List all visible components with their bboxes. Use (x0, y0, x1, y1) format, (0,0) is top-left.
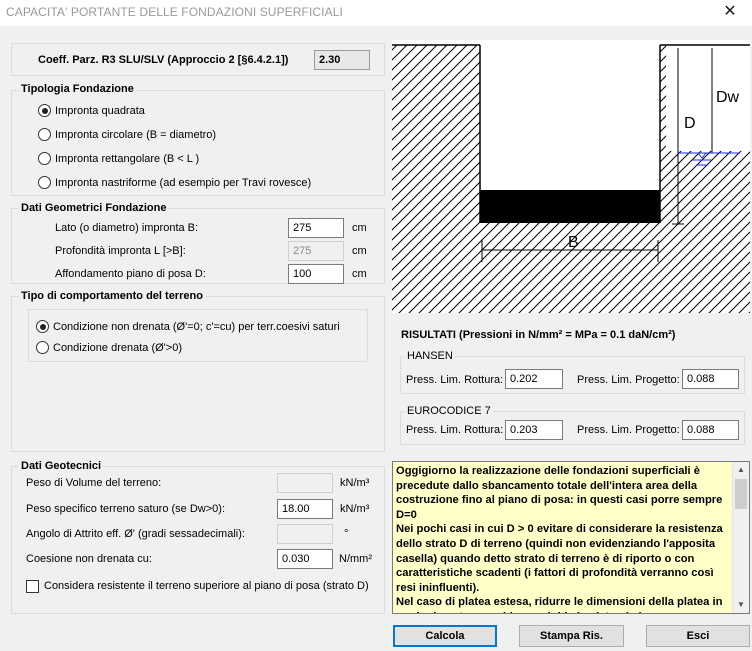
hansen-progetto-field: 0.088 (682, 369, 739, 389)
scroll-down-icon[interactable]: ▼ (733, 597, 749, 613)
affondamento-label: Affondamento piano di posa D: (55, 268, 206, 280)
eurocodice-progetto-field: 0.088 (682, 420, 739, 440)
radio-impronta-circolare[interactable] (38, 128, 51, 141)
window-title: CAPACITA' PORTANTE DELLE FONDAZIONI SUPE… (6, 5, 343, 19)
peso-saturo-input[interactable]: 18.00 (277, 499, 333, 519)
geotecnici-title: Dati Geotecnici (19, 460, 104, 472)
comportamento-subgroup (28, 309, 368, 362)
geometrici-title: Dati Geometrici Fondazione (19, 202, 169, 214)
calcola-button[interactable]: Calcola (393, 625, 497, 647)
peso-volume-input (277, 473, 333, 493)
lato-label: Lato (o diametro) impronta B: (55, 222, 199, 234)
radio-drenata[interactable] (36, 341, 49, 354)
radio-impronta-rettangolare[interactable] (38, 152, 51, 165)
peso-volume-label: Peso di Volume del terreno: (26, 477, 162, 489)
tipologia-title: Tipologia Fondazione (19, 83, 136, 95)
label-d: D (684, 115, 696, 132)
coeff-field: 2.30 (314, 50, 370, 70)
soil-left (392, 45, 480, 313)
foundation-slab (480, 190, 660, 223)
radio-label-non-drenata: Condizione non drenata (Ø'=0; c'=cu) per… (53, 321, 340, 333)
hansen-rottura-field: 0.202 (505, 369, 563, 389)
hansen-rottura-label: Press. Lim. Rottura: (406, 374, 504, 386)
coesione-input[interactable]: 0.030 (277, 549, 333, 569)
peso-saturo-label: Peso specifico terreno saturo (se Dw>0): (26, 503, 226, 515)
info-text: Oggigiorno la realizzazione delle fondaz… (396, 465, 723, 613)
info-textbox[interactable]: Oggigiorno la realizzazione delle fondaz… (392, 461, 750, 614)
affondamento-input[interactable]: 100 (288, 264, 344, 284)
radio-label-rettangolare: Impronta rettangolare (B < L ) (55, 153, 200, 165)
angolo-attrito-input (277, 524, 333, 544)
eurocodice-rottura-label: Press. Lim. Rottura: (406, 424, 504, 436)
hansen-title: HANSEN (405, 350, 455, 362)
profondita-unit: cm (352, 245, 367, 257)
radio-label-drenata: Condizione drenata (Ø'>0) (53, 342, 182, 354)
profondita-label: Profondità impronta L [>B]: (55, 245, 186, 257)
considera-resistente-label: Considera resistente il terreno superior… (44, 580, 369, 592)
foundation-diagram: D Dw B (392, 40, 750, 313)
label-b: B (568, 234, 579, 251)
stampa-ris-button[interactable]: Stampa Ris. (519, 625, 624, 647)
soil-bottom (480, 223, 750, 313)
close-icon[interactable]: ✕ (718, 2, 742, 22)
scroll-up-icon[interactable]: ▲ (733, 462, 749, 478)
comportamento-title: Tipo di comportamento del terreno (19, 290, 205, 302)
scroll-thumb[interactable] (735, 479, 747, 509)
coeff-label: Coeff. Parz. R3 SLU/SLV (Approccio 2 [§6… (38, 54, 289, 66)
esci-button[interactable]: Esci (646, 625, 750, 647)
title-bar: CAPACITA' PORTANTE DELLE FONDAZIONI SUPE… (0, 0, 752, 26)
eurocodice-rottura-field: 0.203 (505, 420, 563, 440)
angolo-attrito-unit: ° (344, 528, 349, 540)
coesione-unit: N/mm² (339, 553, 372, 565)
lato-input[interactable]: 275 (288, 218, 344, 238)
peso-saturo-unit: kN/m³ (340, 503, 370, 515)
coesione-label: Coesione non drenata cu: (26, 553, 152, 565)
lato-unit: cm (352, 222, 367, 234)
radio-label-quadrata: Impronta quadrata (55, 105, 145, 117)
radio-label-nastriforme: Impronta nastriforme (ad esempio per Tra… (55, 177, 312, 189)
radio-non-drenata[interactable] (36, 320, 49, 333)
radio-impronta-quadrata[interactable] (38, 104, 51, 117)
hansen-progetto-label: Press. Lim. Progetto: (577, 374, 680, 386)
eurocodice-title: EUROCODICE 7 (405, 405, 493, 417)
risultati-title: RISULTATI (Pressioni in N/mm² = MPa = 0.… (401, 329, 676, 341)
radio-impronta-nastriforme[interactable] (38, 176, 51, 189)
angolo-attrito-label: Angolo di Attrito eff. Ø' (gradi sessade… (26, 528, 245, 540)
dialog-client: Coeff. Parz. R3 SLU/SLV (Approccio 2 [§6… (0, 26, 752, 651)
peso-volume-unit: kN/m³ (340, 477, 370, 489)
considera-resistente-checkbox[interactable] (26, 580, 39, 593)
label-dw: Dw (716, 89, 740, 106)
info-scrollbar[interactable]: ▲ ▼ (732, 462, 749, 613)
affondamento-unit: cm (352, 268, 367, 280)
profondita-input: 275 (288, 241, 344, 261)
eurocodice-progetto-label: Press. Lim. Progetto: (577, 424, 680, 436)
radio-label-circolare: Impronta circolare (B = diametro) (55, 129, 217, 141)
